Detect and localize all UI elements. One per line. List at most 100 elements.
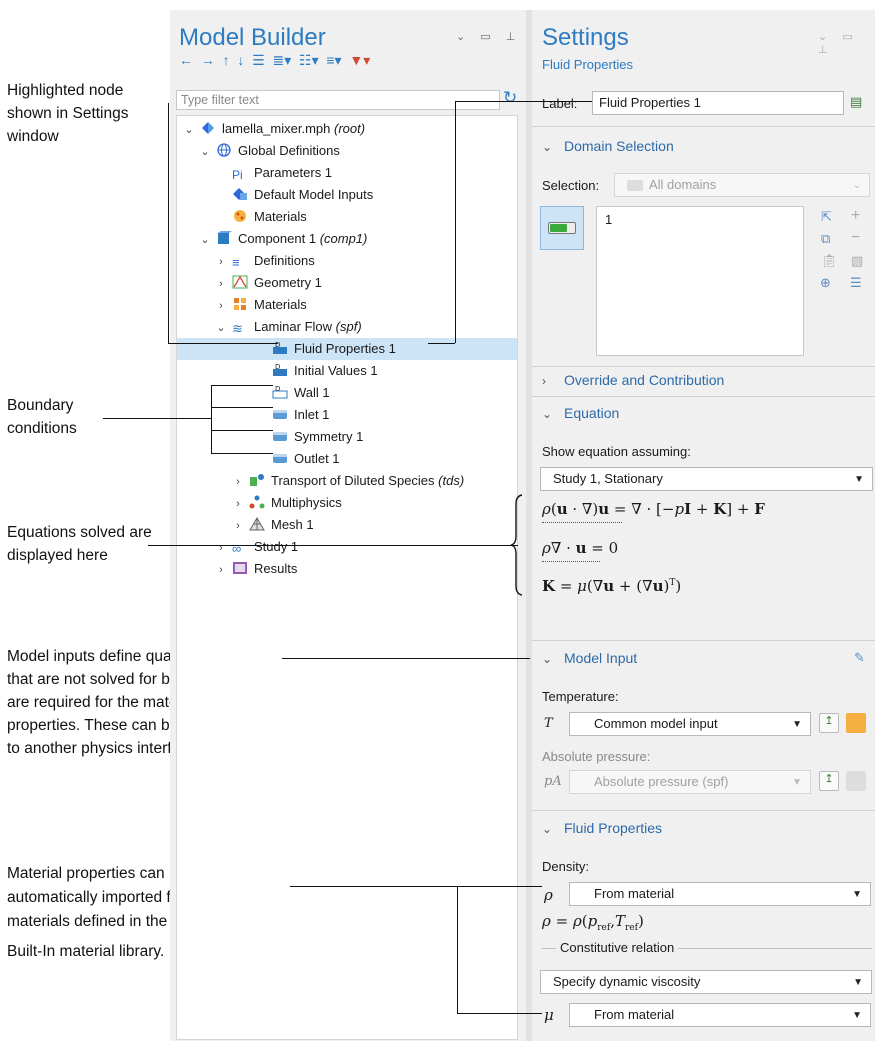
tree-node-study[interactable]: › ∞ Study 1	[215, 536, 298, 558]
chevron-down-icon[interactable]: ⌄	[199, 141, 211, 163]
show-selection-icon[interactable]: ☰	[850, 275, 862, 291]
connector-line	[148, 545, 518, 546]
label-field[interactable]: Fluid Properties 1	[592, 91, 844, 115]
show-icon[interactable]: ☰	[252, 52, 265, 68]
materials-icon	[232, 296, 248, 310]
connector-line	[211, 385, 212, 453]
toggle-icon	[548, 222, 576, 234]
tree-node-root[interactable]: ⌄ lamella_mixer.mph (root)	[183, 118, 365, 140]
create-model-input-icon[interactable]	[846, 713, 866, 733]
copy-icon[interactable]: ⧉	[821, 231, 830, 247]
up-arrow-icon[interactable]: ↑	[223, 52, 230, 68]
refresh-icon[interactable]: ↻	[503, 88, 517, 108]
annotation-line: Boundary	[7, 397, 74, 414]
tree-node-results[interactable]: › Results	[215, 558, 297, 580]
temperature-dropdown[interactable]: Common model input ▼	[569, 712, 811, 736]
chevron-down-icon[interactable]: ⌄	[199, 229, 211, 251]
connector-line	[211, 453, 273, 454]
section-domain-selection[interactable]: ⌄ Domain Selection	[542, 138, 674, 154]
pressure-dropdown[interactable]: Absolute pressure (spf) ▼	[569, 770, 811, 794]
chevron-down-icon: ▼	[792, 777, 802, 788]
annotation-line: Material properties can be	[7, 865, 187, 882]
chevron-down-icon: ▼	[852, 889, 862, 900]
active-toggle-button[interactable]	[540, 206, 584, 250]
chevron-down-icon[interactable]: ⌄	[215, 317, 227, 339]
section-override-contribution[interactable]: › Override and Contribution	[542, 372, 724, 388]
down-arrow-icon[interactable]: ↓	[237, 52, 244, 68]
equation-momentum: ρ(u · ∇)u = ∇ · [−pI + K] + F	[542, 500, 765, 518]
expand-icon[interactable]: ☷▾	[299, 52, 319, 68]
go-to-source-icon[interactable]: ↥	[819, 771, 839, 791]
section-divider	[532, 366, 875, 367]
collapse-icon[interactable]: ≡▾	[326, 52, 341, 68]
back-arrow-icon[interactable]: ←	[179, 52, 193, 68]
label-edit-icon[interactable]: ▤	[850, 94, 862, 110]
zoom-selection-icon[interactable]: ⊕	[820, 275, 831, 291]
tree-node-symmetry[interactable]: Symmetry 1	[272, 426, 363, 448]
window-controls[interactable]: ⌄ ▭ ⊥	[818, 30, 875, 56]
boundary-node-icon	[272, 428, 288, 442]
tree-node-mesh[interactable]: › Mesh 1	[232, 514, 313, 537]
model-builder-title: Model Builder	[179, 24, 326, 51]
tree-node-multiphysics[interactable]: › Multiphysics	[232, 492, 342, 514]
chevron-right-icon[interactable]: ›	[232, 515, 244, 537]
chevron-down-icon: ▼	[853, 977, 863, 988]
chevron-right-icon[interactable]: ›	[215, 295, 227, 317]
tree-node-default-model-inputs[interactable]: Default Model Inputs	[232, 184, 373, 206]
tree-node-component[interactable]: ⌄ Component 1 (comp1)	[199, 228, 367, 250]
chevron-right-icon[interactable]: ›	[215, 559, 227, 581]
section-fluid-properties[interactable]: ⌄ Fluid Properties	[542, 820, 662, 836]
tree-node-materials[interactable]: › Materials	[215, 294, 307, 316]
annotation-line: window	[7, 128, 59, 145]
connector-line	[428, 343, 455, 344]
tree-node-wall[interactable]: D Wall 1	[272, 382, 330, 404]
chevron-down-icon[interactable]: ⌄	[183, 119, 195, 141]
connector-line	[457, 886, 458, 1013]
equation-underline	[542, 561, 600, 562]
paste-icon[interactable]: 📋︎	[821, 253, 838, 269]
tree-node-tds[interactable]: › Transport of Diluted Species (tds)	[232, 470, 464, 492]
chevron-right-icon[interactable]: ›	[215, 273, 227, 295]
sort-icon[interactable]: ≣▾	[272, 52, 291, 68]
model-input-edit-icon[interactable]: ✎	[854, 650, 865, 666]
selection-item[interactable]: 1	[605, 212, 612, 227]
constitutive-dropdown[interactable]: Specify dynamic viscosity ▼	[540, 970, 872, 994]
forward-arrow-icon[interactable]: →	[201, 52, 215, 68]
select-icon[interactable]: ⇱	[821, 209, 832, 225]
create-model-input-icon[interactable]	[846, 771, 866, 791]
tree-node-fluid-properties[interactable]: D Fluid Properties 1	[177, 338, 517, 360]
study-dropdown[interactable]: Study 1, Stationary ▼	[540, 467, 873, 491]
go-to-source-icon[interactable]: ↥	[819, 713, 839, 733]
filter-icon[interactable]: ▼▾	[349, 52, 370, 68]
chevron-right-icon[interactable]: ›	[232, 471, 244, 493]
chevron-right-icon[interactable]: ›	[215, 537, 227, 559]
annotation-line: Equations solved are	[7, 524, 152, 541]
selection-list[interactable]: 1	[596, 206, 804, 356]
selection-dropdown[interactable]: All domains ⌄	[614, 173, 870, 197]
geometry-icon	[232, 274, 248, 289]
connector-line	[455, 101, 592, 102]
viscosity-dropdown[interactable]: From material ▼	[569, 1003, 871, 1027]
tree-node-parameters[interactable]: Pi Parameters 1	[232, 162, 332, 184]
clear-icon[interactable]: ▧	[851, 253, 863, 269]
tree-node-global-definitions[interactable]: ⌄ Global Definitions	[199, 140, 340, 162]
tree-node-initial-values[interactable]: D Initial Values 1	[272, 360, 378, 382]
settings-subtitle: Fluid Properties	[542, 57, 634, 72]
section-equation[interactable]: ⌄ Equation	[542, 405, 619, 421]
filter-input[interactable]: Type filter text	[176, 90, 500, 110]
annotation-highlighted-node: Highlighted node shown in Settings windo…	[7, 79, 129, 148]
density-dropdown[interactable]: From material ▼	[569, 882, 871, 906]
window-controls[interactable]: ⌄ ▭ ⊥	[456, 30, 521, 43]
tree-node-outlet[interactable]: Outlet 1	[272, 448, 340, 470]
tree-node-definitions[interactable]: › ≡ Definitions	[215, 250, 315, 272]
tree-node-laminar-flow[interactable]: ⌄ ≋ Laminar Flow (spf)	[215, 316, 361, 339]
chevron-right-icon[interactable]: ›	[232, 493, 244, 515]
connector-line	[290, 886, 542, 887]
tree-node-inlet[interactable]: Inlet 1	[272, 404, 329, 426]
add-icon[interactable]: +	[851, 207, 860, 225]
tree-node-global-materials[interactable]: Materials	[232, 206, 307, 228]
remove-icon[interactable]: −	[851, 229, 860, 247]
section-model-input[interactable]: ⌄ Model Input	[542, 650, 637, 666]
tree-node-geometry[interactable]: › Geometry 1	[215, 272, 322, 294]
chevron-right-icon[interactable]: ›	[215, 251, 227, 273]
